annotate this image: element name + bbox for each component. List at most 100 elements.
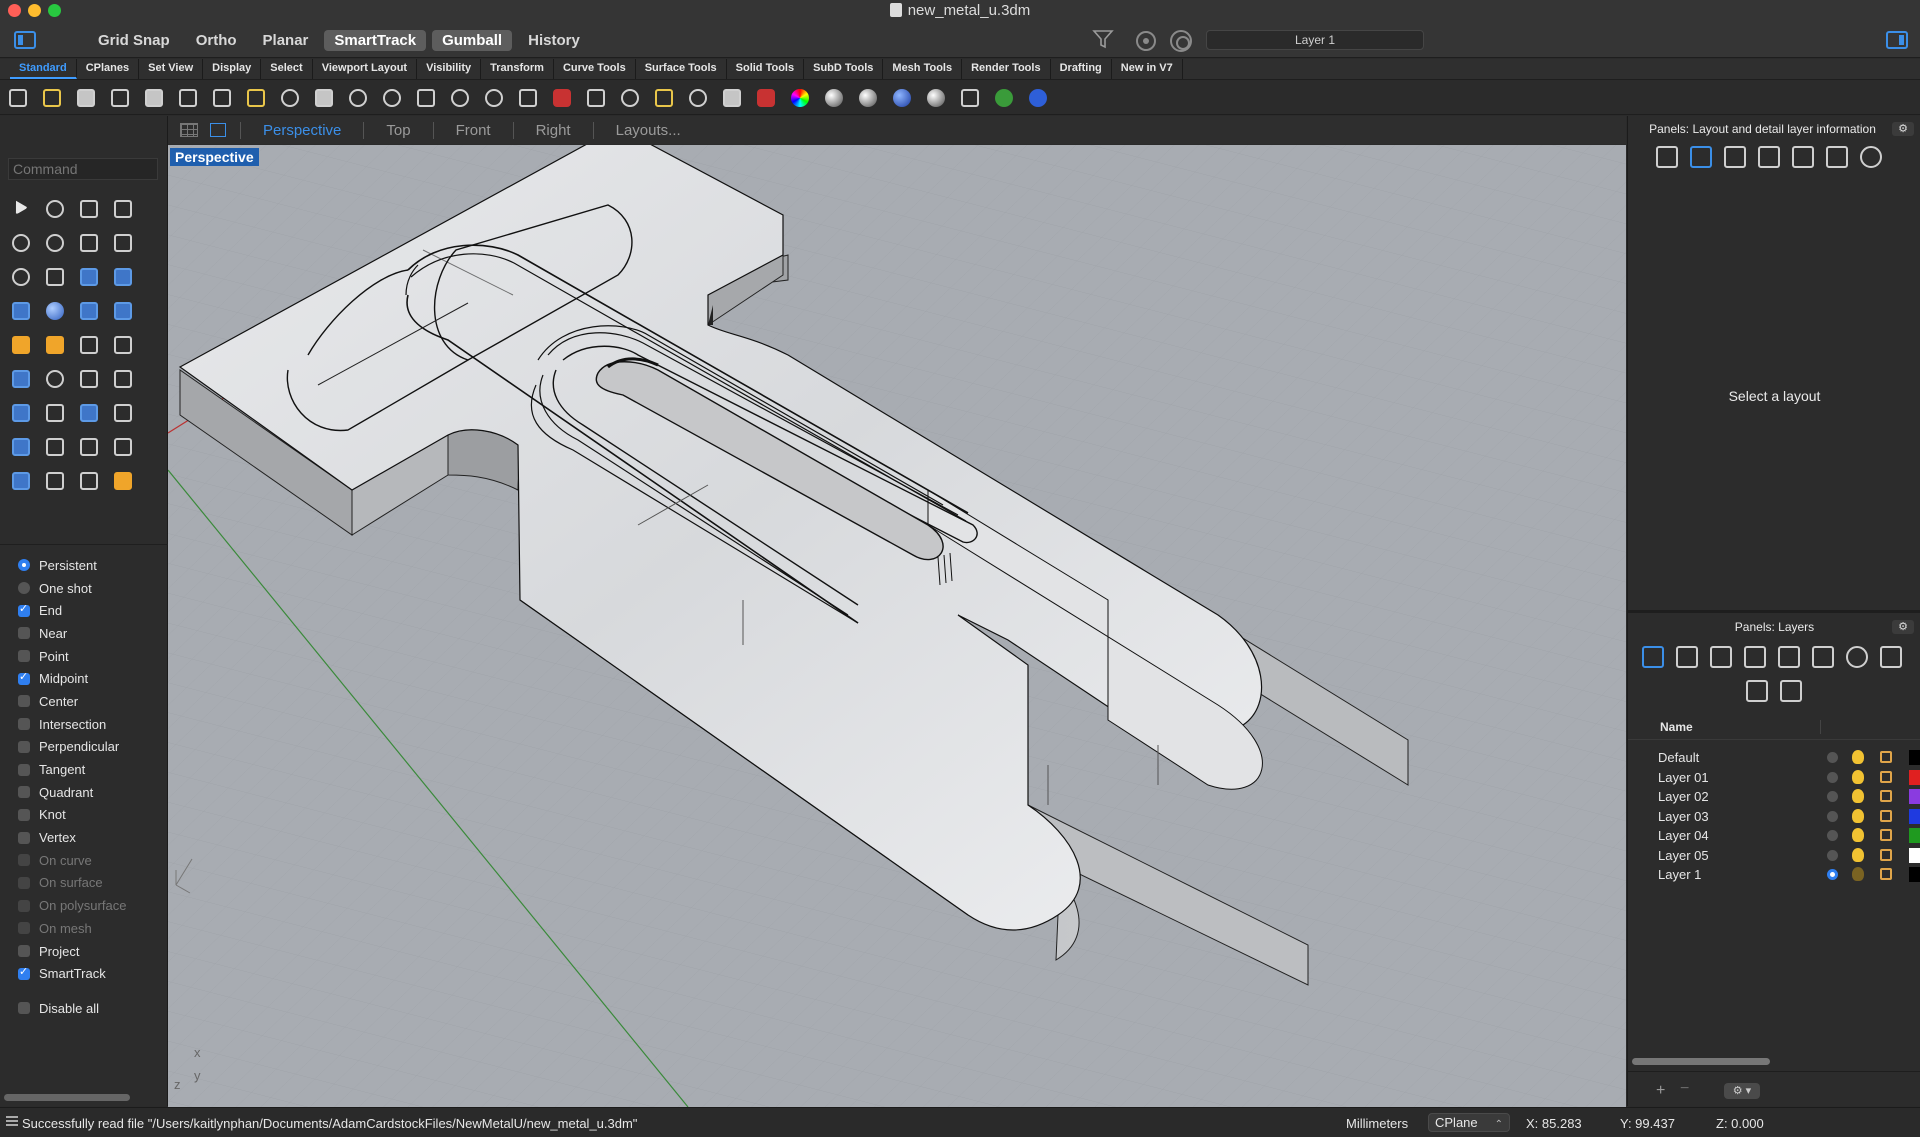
left-sidebar-toggle-icon[interactable] [14, 31, 36, 49]
lightbulb-icon[interactable] [1852, 750, 1864, 764]
rendered-sphere-icon[interactable] [890, 86, 914, 110]
osnap-item[interactable]: On polysurface [18, 894, 166, 917]
osnap-item[interactable]: Perpendicular [18, 736, 166, 759]
polyline-icon[interactable] [72, 192, 106, 226]
zoom-icon[interactable] [380, 86, 404, 110]
surface-icon[interactable] [72, 260, 106, 294]
text-icon[interactable] [4, 396, 38, 430]
layer-name[interactable]: Layer 01 [1658, 770, 1709, 785]
osnap-item[interactable]: Near [18, 622, 166, 645]
named-cplanes-panel-icon[interactable] [1792, 146, 1814, 168]
osnap-checkbox[interactable] [18, 922, 30, 935]
osnap-item[interactable]: End [18, 599, 166, 622]
grid-snap-toggle[interactable]: Grid Snap [88, 30, 180, 51]
properties-panel-icon[interactable] [1724, 146, 1746, 168]
import-icon[interactable] [142, 86, 166, 110]
polygon-icon[interactable] [72, 226, 106, 260]
fillet-icon[interactable] [38, 260, 72, 294]
tab-perspective[interactable]: Perspective [240, 121, 363, 139]
new-file-icon[interactable] [6, 86, 30, 110]
layers-panel-icon[interactable] [1656, 146, 1678, 168]
color-wheel-icon[interactable] [788, 86, 812, 110]
osnap-item[interactable]: On curve [18, 849, 166, 872]
layer-row[interactable]: Layer 1 [1628, 865, 1920, 885]
zoom-selected-icon[interactable] [482, 86, 506, 110]
osnap-item[interactable]: On mesh [18, 917, 166, 940]
right-sidebar-toggle-icon[interactable] [1886, 31, 1908, 49]
layer-row[interactable]: Layer 05 [1628, 846, 1920, 866]
osnap-checkbox[interactable] [18, 740, 30, 753]
tab-visibility[interactable]: Visibility [417, 59, 482, 79]
single-viewport-icon[interactable] [210, 123, 226, 137]
zoom-extents-icon[interactable] [414, 86, 438, 110]
blend-icon[interactable] [106, 362, 140, 396]
lock-icon[interactable] [1880, 829, 1892, 841]
lightbulb-icon[interactable] [1852, 808, 1864, 823]
tab-display[interactable]: Display [203, 59, 262, 79]
cylinder-icon[interactable] [72, 294, 106, 328]
lightbulb-icon[interactable] [1852, 769, 1864, 784]
layers-scrollbar[interactable] [1632, 1058, 1770, 1065]
layers-tab-icon[interactable] [1642, 646, 1664, 668]
tab-layouts[interactable]: Layouts... [592, 121, 703, 139]
zoom-window-icon[interactable] [448, 86, 472, 110]
point-icon[interactable] [38, 192, 72, 226]
osnap-checkbox[interactable] [18, 854, 30, 867]
cplane-select[interactable]: CPlane [1428, 1113, 1510, 1133]
help-tab-icon[interactable] [1846, 646, 1868, 668]
cut-icon[interactable] [176, 86, 200, 110]
tab-set-view[interactable]: Set View [139, 59, 204, 79]
osnap-checkbox[interactable] [18, 695, 30, 708]
explode-icon[interactable] [4, 328, 38, 362]
osnap-checkbox[interactable] [18, 876, 30, 889]
osnap-item[interactable]: Point [18, 645, 166, 668]
mesh-icon[interactable] [4, 430, 38, 464]
boolean-union-icon[interactable] [4, 362, 38, 396]
display-tab-icon[interactable] [1812, 646, 1834, 668]
tab-render-tools[interactable]: Render Tools [962, 59, 1051, 79]
selection-filter-icon[interactable] [1092, 28, 1114, 50]
osnap-checkbox[interactable] [18, 670, 30, 685]
layer-color-swatch[interactable] [1909, 867, 1920, 882]
layer-color-swatch[interactable] [1909, 828, 1920, 843]
planar-toggle[interactable]: Planar [253, 30, 319, 51]
smarttrack-toggle[interactable]: SmartTrack [324, 30, 427, 51]
transform-icon[interactable] [958, 86, 982, 110]
object-tab-icon[interactable] [1744, 646, 1766, 668]
current-layer-radio[interactable] [1827, 810, 1838, 822]
wireframe-sphere-icon[interactable] [822, 86, 846, 110]
model-scene[interactable] [168, 145, 1626, 1107]
viewport-label[interactable]: Perspective [170, 148, 259, 166]
gumball-toggle[interactable]: Gumball [432, 30, 513, 51]
help-icon[interactable] [1026, 86, 1050, 110]
lock-icon[interactable] [1880, 751, 1892, 763]
layer-name[interactable]: Layer 1 [1658, 867, 1701, 882]
osnap-item[interactable]: On surface [18, 872, 166, 895]
history-toggle[interactable]: History [518, 30, 590, 51]
copy-icon[interactable] [210, 86, 234, 110]
tab-surface-tools[interactable]: Surface Tools [636, 59, 727, 79]
current-layer-select[interactable]: Layer 1 [1206, 30, 1424, 50]
tab-subd-tools[interactable]: SubD Tools [804, 59, 884, 79]
join-icon[interactable] [38, 328, 72, 362]
move-icon[interactable] [38, 396, 72, 430]
car-render-icon[interactable] [550, 86, 574, 110]
learn-tab-icon[interactable] [1880, 646, 1902, 668]
panel-divider[interactable] [1628, 610, 1920, 613]
current-layer-radio[interactable] [1827, 830, 1838, 841]
osnap-checkbox[interactable] [18, 831, 30, 844]
current-layer-radio[interactable] [1827, 849, 1838, 861]
lightbulb-icon[interactable] [1852, 828, 1864, 842]
layer-name[interactable]: Layer 02 [1658, 789, 1709, 804]
tab-cplanes[interactable]: CPlanes [77, 59, 140, 79]
lock-icon[interactable] [1880, 848, 1892, 861]
display-panel-icon[interactable] [1826, 146, 1848, 168]
lock-icon[interactable] [1880, 809, 1892, 822]
lightbulb-icon[interactable] [1852, 867, 1864, 881]
osnap-item[interactable]: Center [18, 690, 166, 713]
light-icon[interactable] [686, 86, 710, 110]
paint-icon[interactable] [106, 464, 140, 498]
cplanes-tab-icon[interactable] [1778, 646, 1800, 668]
osnap-checkbox[interactable] [18, 899, 30, 912]
align-icon[interactable] [38, 430, 72, 464]
